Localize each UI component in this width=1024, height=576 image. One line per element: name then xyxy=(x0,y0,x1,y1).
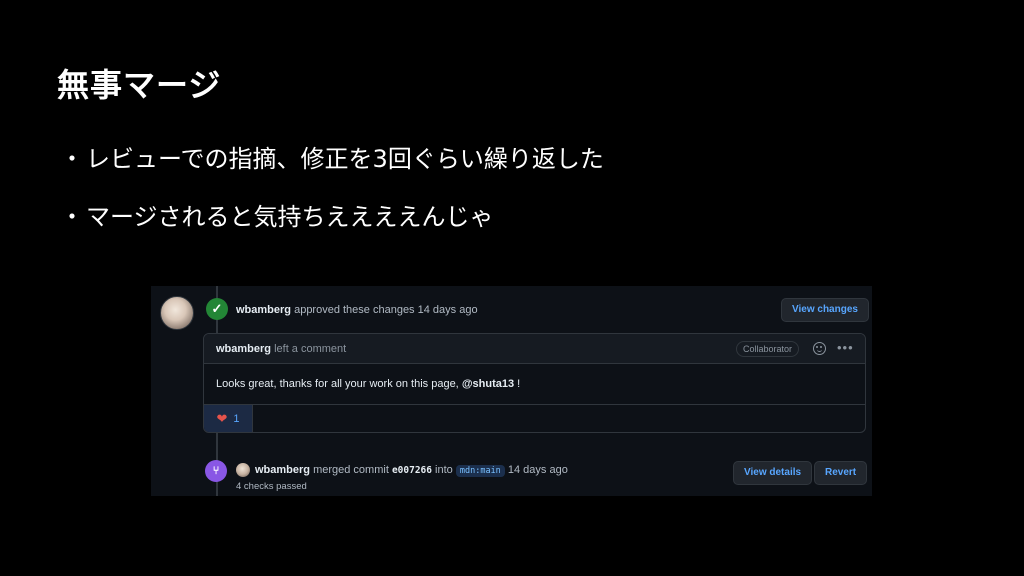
merge-summary: wbamberg merged commit e007266 into mdn:… xyxy=(255,464,568,477)
bullet-list: ・レビューでの指摘、修正を3回ぐらい繰り返した ・マージされると気持ちええええん… xyxy=(60,143,604,259)
merger-username[interactable]: wbamberg xyxy=(255,464,310,476)
heart-reaction-button[interactable]: ❤ 1 xyxy=(204,405,253,432)
comment-card: wbamberg left a comment Collaborator •••… xyxy=(203,333,866,433)
comment-footer: ❤ 1 xyxy=(204,404,865,432)
heart-icon: ❤ xyxy=(216,410,228,426)
github-pr-screenshot: ✓ wbamberg approved these changes 14 day… xyxy=(151,286,872,496)
merge-into: into xyxy=(435,464,453,476)
merger-avatar[interactable] xyxy=(236,463,250,477)
comment-text-end: ! xyxy=(514,378,521,390)
comment-body: Looks great, thanks for all your work on… xyxy=(204,364,865,404)
branch-label[interactable]: mdn:main xyxy=(455,465,505,477)
comment-header: wbamberg left a comment Collaborator ••• xyxy=(204,334,865,364)
reviewer-avatar[interactable] xyxy=(160,296,194,330)
review-action: approved these changes xyxy=(294,304,415,316)
bullet-dot: ・ xyxy=(60,203,84,231)
merge-time[interactable]: 14 days ago xyxy=(508,464,568,476)
comment-text: Looks great, thanks for all your work on… xyxy=(216,378,462,390)
checks-status: 4 checks passed xyxy=(236,481,307,492)
view-changes-button[interactable]: View changes xyxy=(781,298,869,322)
bullet-item: ・マージされると気持ちええええんじゃ xyxy=(60,201,604,233)
comment-author[interactable]: wbamberg xyxy=(216,343,271,355)
reaction-count: 1 xyxy=(233,412,240,425)
review-summary: wbamberg approved these changes 14 days … xyxy=(236,304,478,316)
bullet-text: レビューでの指摘、修正を3回ぐらい繰り返した xyxy=(86,145,604,173)
check-icon: ✓ xyxy=(206,298,228,320)
mention-link[interactable]: @shuta13 xyxy=(462,378,514,390)
merge-icon: ⑂ xyxy=(205,460,227,482)
commit-hash[interactable]: e007266 xyxy=(392,465,432,476)
collaborator-badge: Collaborator xyxy=(736,341,800,357)
comment-author-line: wbamberg left a comment xyxy=(216,343,346,355)
slide-title: 無事マージ xyxy=(57,66,222,104)
kebab-icon[interactable]: ••• xyxy=(837,340,854,355)
add-reaction-icon[interactable] xyxy=(813,342,826,355)
review-time[interactable]: 14 days ago xyxy=(418,304,478,316)
bullet-item: ・レビューでの指摘、修正を3回ぐらい繰り返した xyxy=(60,143,604,175)
reviewer-username[interactable]: wbamberg xyxy=(236,304,291,316)
view-details-button[interactable]: View details xyxy=(733,461,813,485)
comment-action: left a comment xyxy=(274,343,347,355)
revert-button[interactable]: Revert xyxy=(814,461,868,485)
bullet-text: マージされると気持ちええええんじゃ xyxy=(86,203,494,231)
merge-action: merged commit xyxy=(313,464,389,476)
bullet-dot: ・ xyxy=(60,145,84,173)
